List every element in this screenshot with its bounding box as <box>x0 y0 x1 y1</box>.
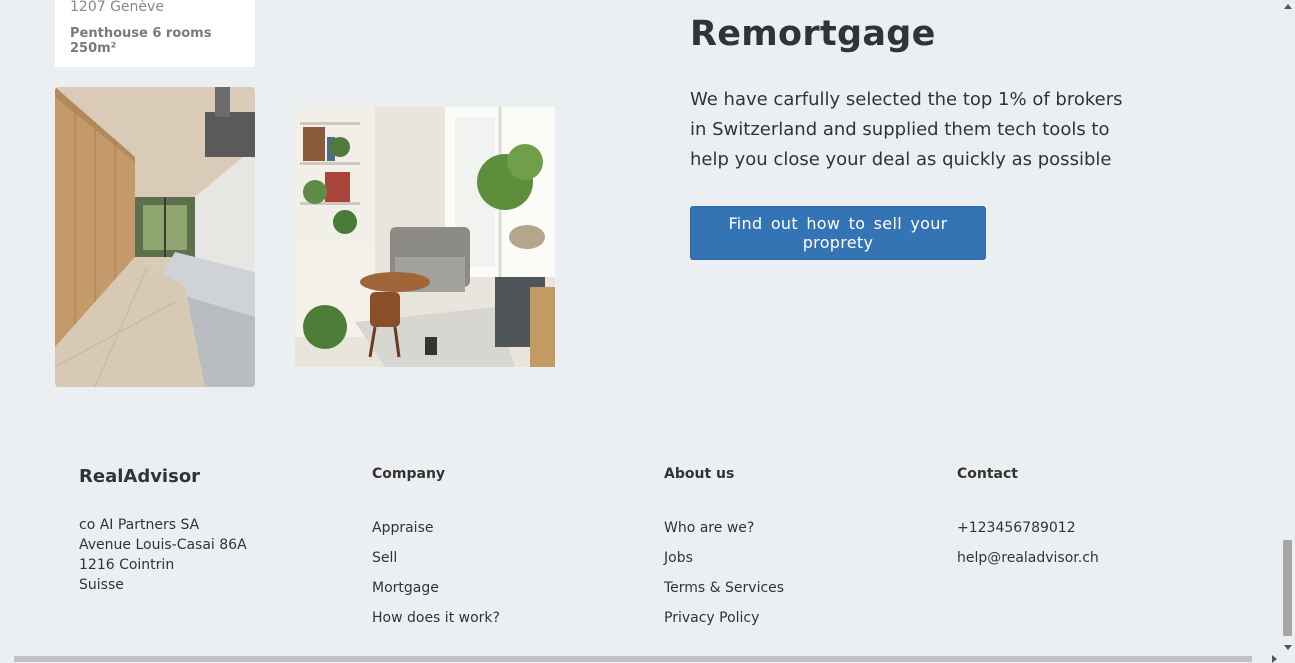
horizontal-scrollbar[interactable] <box>0 654 1295 663</box>
scroll-up-icon[interactable] <box>1284 4 1292 9</box>
footer-brand-column: RealAdvisor co AI Partners SA Avenue Lou… <box>79 466 247 595</box>
footer-link-terms[interactable]: Terms & Services <box>664 580 784 596</box>
footer-company-column: Company Appraise Sell Mortgage How does … <box>372 466 500 626</box>
listing-details: Penthouse 6 rooms 250m² <box>70 26 212 56</box>
sell-property-button[interactable]: Find out how to sell your proprety <box>690 206 986 260</box>
footer-about-column: About us Who are we? Jobs Terms & Servic… <box>664 466 784 626</box>
vertical-scrollbar[interactable] <box>1280 0 1295 654</box>
scroll-right-icon[interactable] <box>1272 655 1277 663</box>
address-line: Avenue Louis-Casai 86A <box>79 537 247 553</box>
living-room-photo <box>295 107 555 367</box>
section-title: Remortgage <box>690 14 936 54</box>
footer-link-mortgage[interactable]: Mortgage <box>372 580 439 596</box>
kitchen-photo <box>55 87 255 387</box>
scroll-down-icon[interactable] <box>1284 645 1292 650</box>
listing-card[interactable]: 1207 Genève Penthouse 6 rooms 250m² <box>55 0 255 67</box>
address-line: co AI Partners SA <box>79 517 200 533</box>
footer-about-title: About us <box>664 466 735 482</box>
horizontal-scrollbar-thumb[interactable] <box>14 656 1252 662</box>
footer-link-how-it-works[interactable]: How does it work? <box>372 610 500 626</box>
footer-link-sell[interactable]: Sell <box>372 550 397 566</box>
address-line: Suisse <box>79 577 124 593</box>
footer-brand[interactable]: RealAdvisor <box>79 466 247 487</box>
footer-email-link[interactable]: help@realadvisor.ch <box>957 550 1099 566</box>
section-description: We have carfully selected the top 1% of … <box>690 89 1123 170</box>
footer-contact-column: Contact +123456789012 help@realadvisor.c… <box>957 466 1099 566</box>
footer-link-appraise[interactable]: Appraise <box>372 520 433 536</box>
footer-phone-link[interactable]: +123456789012 <box>957 520 1076 536</box>
address-line: 1216 Cointrin <box>79 557 175 573</box>
footer-contact-title: Contact <box>957 466 1018 482</box>
scrollbar-thumb[interactable] <box>1283 540 1292 636</box>
footer-link-jobs[interactable]: Jobs <box>664 550 693 566</box>
footer-company-title: Company <box>372 466 446 482</box>
footer-link-who-are-we[interactable]: Who are we? <box>664 520 754 536</box>
company-address: co AI Partners SA Avenue Louis-Casai 86A… <box>79 515 247 595</box>
listing-address: 1207 Genève <box>70 0 164 15</box>
footer-link-privacy[interactable]: Privacy Policy <box>664 610 759 626</box>
